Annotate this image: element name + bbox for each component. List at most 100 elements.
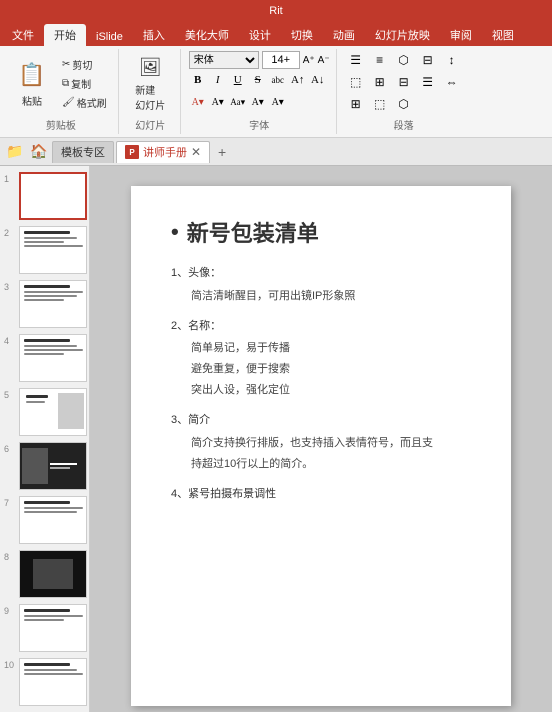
tab-slideshow[interactable]: 幻灯片放映	[365, 24, 440, 46]
tab-home[interactable]: 开始	[44, 24, 86, 46]
slide-num-10: 10	[4, 658, 16, 670]
highlight-button[interactable]: A▾	[209, 93, 227, 111]
slide-img-content-1	[21, 174, 85, 218]
slide-num-4: 4	[4, 334, 16, 346]
instructor-manual-label: 讲师手册	[143, 144, 187, 160]
section-name-line1: 简单易记，易于传播	[171, 338, 471, 359]
font-color2-button[interactable]: A▾	[249, 93, 267, 111]
folder-icon[interactable]: 📁	[4, 141, 26, 163]
slide-title: • 新号包装清单	[171, 216, 471, 248]
copy-label: 复制	[71, 76, 91, 91]
list-num-button[interactable]: ≡	[369, 51, 391, 69]
font-color-button[interactable]: A▾	[189, 93, 207, 111]
ppt-icon: P	[125, 145, 139, 159]
strikethrough-button[interactable]: S	[249, 71, 267, 89]
format-painter-icon: 🖌	[62, 97, 75, 108]
slide-thumb-5[interactable]: 5	[0, 386, 89, 438]
copy-button[interactable]: ⧉ 复制	[57, 74, 112, 92]
font-grow-button[interactable]: A↑	[289, 71, 307, 89]
tab-review[interactable]: 审阅	[440, 24, 482, 46]
tab-view[interactable]: 视图	[482, 24, 524, 46]
paragraph-extra1[interactable]: ⬚	[369, 95, 391, 113]
slide-canvas[interactable]: • 新号包装清单 1、头像： 简洁清晰醒目，可用出镜IP形象照 2、名称： 简单…	[131, 186, 511, 706]
format-painter-button[interactable]: 🖌 格式刷	[57, 93, 112, 111]
slide-thumb-4[interactable]: 4	[0, 332, 89, 384]
slide-thumb-10[interactable]: 10	[0, 656, 89, 708]
text-dir-button[interactable]: ⇔	[441, 73, 463, 91]
slide-thumb-7[interactable]: 7	[0, 494, 89, 546]
font-size-decrease[interactable]: A⁻	[318, 55, 330, 66]
main-area: 1 2 3	[0, 166, 552, 712]
align-center-button[interactable]: ⊞	[369, 73, 391, 91]
slide-img-10	[19, 658, 87, 706]
slide-img-content-10	[20, 659, 86, 705]
paragraph-group-label: 段落	[394, 117, 414, 134]
ribbon-group-slide: 🖼 新建幻灯片 幻灯片	[121, 49, 181, 134]
italic-button[interactable]: I	[209, 71, 227, 89]
slide-thumb-6[interactable]: 6	[0, 440, 89, 492]
slide-img-5	[19, 388, 87, 436]
align-right-button[interactable]: ⊟	[393, 73, 415, 91]
tab-file[interactable]: 文件	[2, 24, 44, 46]
align-left-button[interactable]: ⬚	[345, 73, 367, 91]
title-bar: Rit	[0, 0, 552, 22]
slide-img-9	[19, 604, 87, 652]
tab-template[interactable]: 模板专区	[52, 141, 114, 163]
new-slide-button[interactable]: 🖼 新建幻灯片	[128, 53, 172, 113]
slide-thumb-3[interactable]: 3	[0, 278, 89, 330]
tab-animation[interactable]: 动画	[323, 24, 365, 46]
font-color3-button[interactable]: A▾	[269, 93, 287, 111]
slide-thumb-9[interactable]: 9	[0, 602, 89, 654]
tab-transition[interactable]: 切换	[281, 24, 323, 46]
cut-button[interactable]: ✂ 剪切	[57, 55, 112, 73]
slide-thumb-1[interactable]: 1	[0, 170, 89, 222]
slide-img-content-5	[20, 389, 86, 435]
slide-thumb-2[interactable]: 2	[0, 224, 89, 276]
slide-img-content-6	[20, 443, 86, 489]
slide-num-2: 2	[4, 226, 16, 238]
convert-smartart-button[interactable]: ⊞	[345, 95, 367, 113]
col-button[interactable]: ⊟	[417, 51, 439, 69]
align-row-2: ⬚ ⊞ ⊟ ☰ ⇔	[345, 73, 463, 91]
tab-insert[interactable]: 插入	[133, 24, 175, 46]
align-justify-button[interactable]: ☰	[417, 73, 439, 91]
slide-img-7	[19, 496, 87, 544]
slide-num-9: 9	[4, 604, 16, 616]
tab-beautify[interactable]: 美化大师	[175, 24, 239, 46]
bold-button[interactable]: B	[189, 71, 207, 89]
line-spacing-button[interactable]: ↕	[441, 51, 463, 69]
cut-label: 剪切	[72, 57, 92, 72]
paste-label: 粘贴	[22, 93, 42, 108]
clipboard-content: 📋 粘贴 ✂ 剪切 ⧉ 复制 🖌 格式刷	[10, 49, 112, 117]
tab-design[interactable]: 设计	[239, 24, 281, 46]
font-shrink-button[interactable]: A↓	[309, 71, 327, 89]
section-number-title: 4、紧号拍摄布景调性	[171, 485, 471, 505]
aa-button[interactable]: Aa▾	[229, 93, 247, 111]
underline-button[interactable]: U	[229, 71, 247, 89]
align-row-1: ☰ ≡ ⬡ ⊟ ↕	[345, 51, 463, 69]
section-name: 2、名称： 简单易记，易于传播 避免重复，便于搜索 突出人设，强化定位	[171, 317, 471, 401]
close-tab-icon[interactable]: ✕	[191, 145, 201, 159]
paste-button[interactable]: 📋 粘贴	[10, 53, 54, 113]
slide-thumb-8[interactable]: 8	[0, 548, 89, 600]
list-bullet-button[interactable]: ☰	[345, 51, 367, 69]
new-slide-label: 新建幻灯片	[135, 82, 165, 112]
add-tab-button[interactable]: +	[212, 142, 232, 162]
abc-button[interactable]: abc	[269, 71, 287, 89]
slide-num-1: 1	[4, 172, 16, 184]
font-name-select[interactable]: 宋体	[189, 51, 259, 69]
slide-num-7: 7	[4, 496, 16, 508]
ribbon-group-clipboard: 📋 粘贴 ✂ 剪切 ⧉ 复制 🖌 格式刷 剪贴板	[4, 49, 119, 134]
home-icon[interactable]: 🏠	[28, 141, 50, 163]
slide-img-2	[19, 226, 87, 274]
slide-body: 1、头像： 简洁清晰醒目，可用出镜IP形象照 2、名称： 简单易记，易于传播 避…	[171, 264, 471, 505]
format-row-1: B I U S abc A↑ A↓	[189, 71, 327, 89]
font-size-increase[interactable]: A⁺	[303, 55, 315, 66]
list-level-button[interactable]: ⬡	[393, 51, 415, 69]
format-painter-label: 格式刷	[77, 95, 107, 110]
font-size-input[interactable]	[262, 51, 300, 69]
tab-islide[interactable]: iSlide	[86, 28, 133, 46]
tab-instructor-manual[interactable]: P 讲师手册 ✕	[116, 141, 210, 163]
slide-img-content-3	[20, 281, 86, 327]
paragraph-extra2[interactable]: ⬡	[393, 95, 415, 113]
